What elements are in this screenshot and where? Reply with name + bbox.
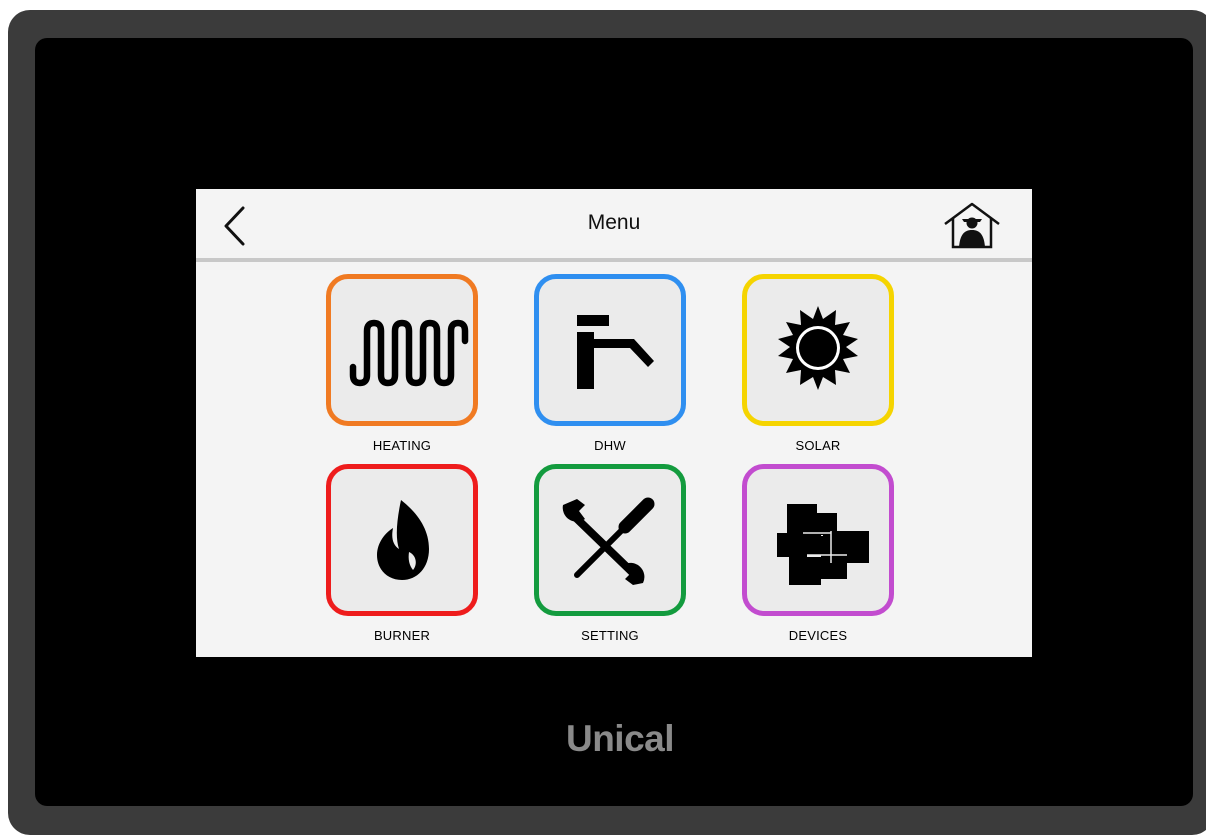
brand-logo: Unical (565, 718, 675, 759)
flame-icon (377, 500, 429, 580)
dhw-label: DHW (594, 438, 626, 453)
radiator-icon (349, 319, 469, 387)
setting-label: SETTING (581, 628, 639, 643)
faucet-icon (577, 315, 654, 389)
house-person-icon (944, 202, 1000, 249)
wrench-screwdriver-icon (562, 497, 655, 585)
dhw-button[interactable] (534, 274, 686, 426)
touch-screen: Menu HEATING DHW SOLAR BURNER SETTING DE… (196, 189, 1032, 657)
sun-icon (778, 306, 858, 390)
solar-label: SOLAR (795, 438, 841, 453)
page-title: Menu (587, 211, 641, 234)
heating-button[interactable] (326, 274, 478, 426)
burner-button[interactable] (326, 464, 478, 616)
devices-blocks-icon (777, 504, 869, 585)
devices-button[interactable] (742, 464, 894, 616)
burner-label: BURNER (373, 628, 431, 643)
setting-button[interactable] (534, 464, 686, 616)
heating-label: HEATING (372, 438, 432, 453)
devices-label: DEVICES (788, 628, 848, 643)
solar-button[interactable] (742, 274, 894, 426)
home-button[interactable] (942, 201, 1002, 251)
top-bar: Menu (196, 189, 1032, 259)
header-divider (196, 258, 1032, 262)
